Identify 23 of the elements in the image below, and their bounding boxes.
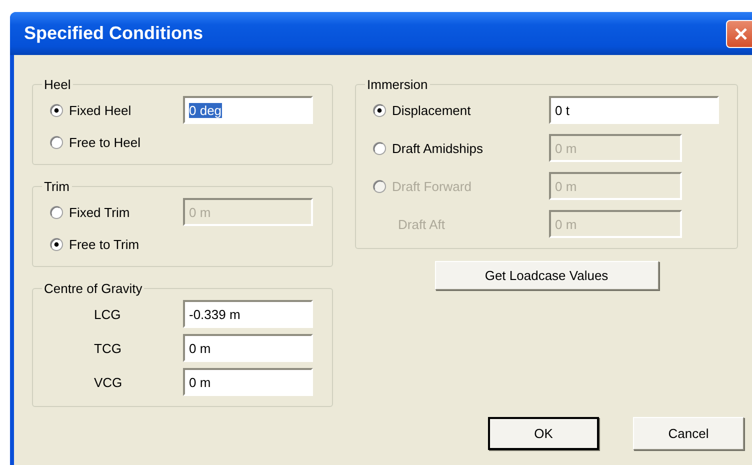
input-field[interactable]: 0 t: [549, 96, 719, 124]
field-label: Draft Aft: [397, 216, 446, 232]
field-label: VCG: [93, 374, 124, 390]
radio-option[interactable]: Draft Amidships: [373, 136, 549, 160]
group-label: Trim: [43, 179, 71, 194]
radio-option[interactable]: Displacement: [373, 98, 549, 122]
get-values-button[interactable]: Get Loadcase Values: [434, 261, 658, 290]
group-label: Centre of Gravity: [43, 281, 144, 296]
input-field[interactable]: -0.339 m: [183, 300, 313, 328]
group-label: Immersion: [366, 77, 429, 92]
field-label: TCG: [93, 340, 122, 356]
input-field[interactable]: 0 m: [183, 334, 313, 362]
group-label: Heel: [43, 77, 72, 92]
window-title: Specified Conditions: [23, 23, 204, 44]
radio-option[interactable]: Fixed Trim: [50, 200, 183, 224]
input-field[interactable]: 0 deg: [183, 96, 313, 124]
radio-option[interactable]: Free to Heel: [50, 130, 183, 154]
field-label: LCG: [93, 306, 122, 322]
radio-option[interactable]: Fixed Heel: [50, 98, 183, 122]
dialog-button[interactable]: Cancel: [633, 417, 744, 450]
dialog-button[interactable]: OK: [488, 417, 599, 450]
input-field[interactable]: 0 m: [183, 368, 313, 396]
radio-option[interactable]: Free to Trim: [50, 232, 183, 256]
